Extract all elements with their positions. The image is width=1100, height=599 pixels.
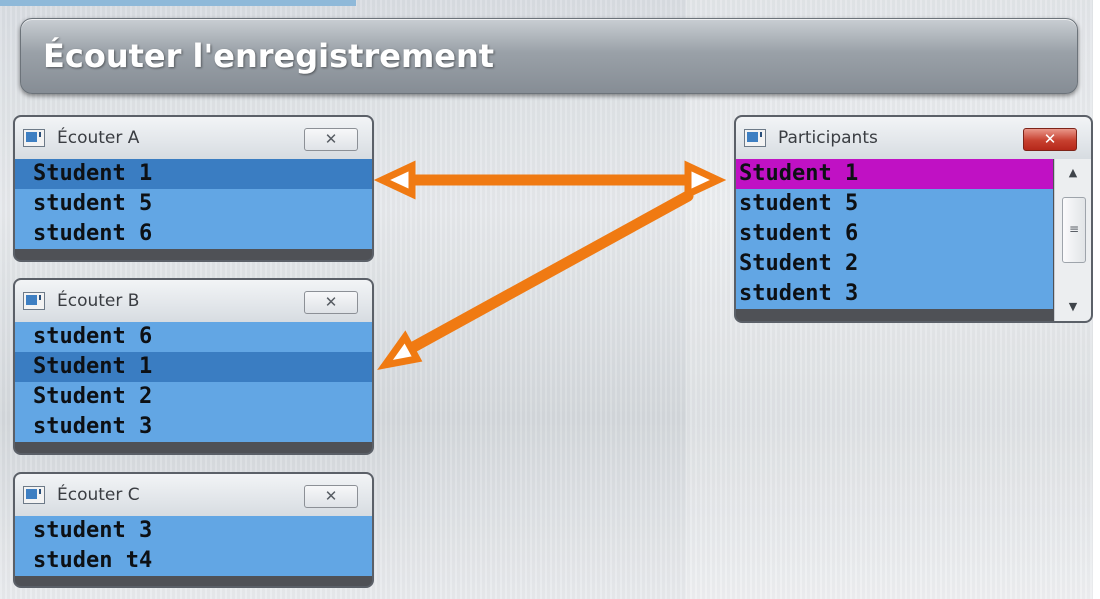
window-c-list[interactable]: student 3 studen t4 (15, 516, 372, 576)
window-a-titlebar[interactable]: Écouter A ✕ (15, 117, 372, 159)
list-item[interactable]: student 5 (736, 189, 1053, 219)
listen-window-c[interactable]: Écouter C ✕ student 3 studen t4 (13, 472, 374, 588)
window-a-title: Écouter A (57, 128, 140, 148)
window-b-titlebar[interactable]: Écouter B ✕ (15, 280, 372, 322)
app-window-icon (23, 292, 45, 310)
list-item-selected[interactable]: Student 1 (15, 159, 372, 189)
list-item[interactable]: student 3 (736, 279, 1053, 309)
close-icon[interactable]: ✕ (304, 128, 358, 151)
close-icon[interactable]: ✕ (1023, 128, 1077, 151)
listen-window-a[interactable]: Écouter A ✕ Student 1 student 5 student … (13, 115, 374, 262)
list-item[interactable]: student 3 (15, 412, 372, 442)
header-bar: Écouter l'enregistrement (20, 18, 1078, 94)
list-item-highlighted[interactable]: Student 1 (736, 159, 1053, 189)
list-item[interactable]: student 5 (15, 189, 372, 219)
list-item[interactable]: Student 2 (15, 382, 372, 412)
top-accent-line (0, 0, 356, 6)
scroll-thumb[interactable]: ≡ (1062, 197, 1086, 263)
right-edge (1093, 0, 1100, 599)
page-title: Écouter l'enregistrement (43, 37, 495, 75)
app-window-icon (23, 129, 45, 147)
list-item[interactable]: student 6 (15, 322, 372, 352)
window-b-title: Écouter B (57, 291, 140, 311)
participants-scrollbar[interactable]: ▲ ≡ ▼ (1054, 159, 1091, 321)
arrow-up-icon[interactable]: ▲ (1055, 159, 1091, 187)
window-c-title: Écouter C (57, 485, 140, 505)
arrow-down-icon[interactable]: ▼ (1055, 293, 1091, 321)
list-item[interactable]: studen t4 (15, 546, 372, 576)
list-item[interactable]: Student 2 (736, 249, 1053, 279)
participants-titlebar[interactable]: Participants ✕ (736, 117, 1091, 159)
participants-title: Participants (778, 128, 878, 148)
window-a-list[interactable]: Student 1 student 5 student 6 (15, 159, 372, 249)
participants-list[interactable]: Student 1 student 5 student 6 Student 2 … (736, 159, 1053, 309)
list-item-selected[interactable]: Student 1 (15, 352, 372, 382)
window-b-list[interactable]: student 6 Student 1 Student 2 student 3 (15, 322, 372, 442)
close-icon[interactable]: ✕ (304, 291, 358, 314)
list-item[interactable]: student 6 (15, 219, 372, 249)
app-window-icon (23, 486, 45, 504)
close-icon[interactable]: ✕ (304, 485, 358, 508)
participants-window[interactable]: Participants ✕ Student 1 student 5 stude… (734, 115, 1093, 323)
app-window-icon (744, 129, 766, 147)
list-item[interactable]: student 6 (736, 219, 1053, 249)
list-item[interactable]: student 3 (15, 516, 372, 546)
listen-window-b[interactable]: Écouter B ✕ student 6 Student 1 Student … (13, 278, 374, 455)
window-c-titlebar[interactable]: Écouter C ✕ (15, 474, 372, 516)
